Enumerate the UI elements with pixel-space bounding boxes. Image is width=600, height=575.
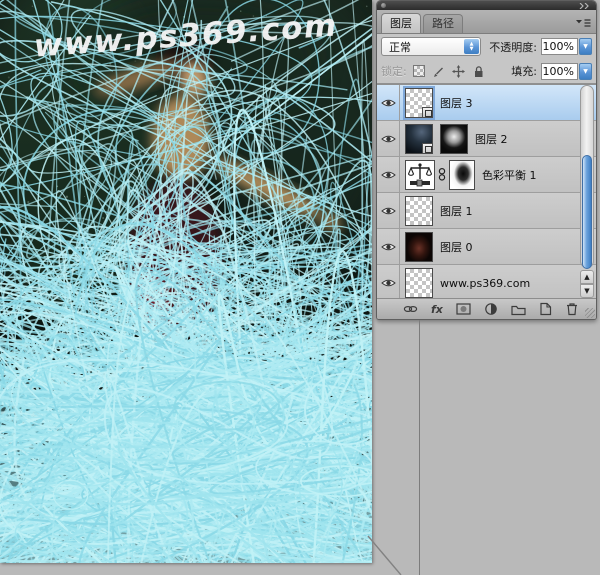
delete-layer-icon[interactable] [565, 302, 579, 316]
visibility-toggle[interactable] [377, 157, 400, 192]
layer-row-2[interactable]: 图层 2 [377, 121, 596, 157]
lock-position-icon[interactable] [452, 65, 465, 78]
link-layers-icon[interactable] [403, 302, 418, 316]
blend-mode-row: 正常 ▲▼ 不透明度: 100% ▼ [377, 34, 596, 59]
fill-input[interactable]: 100% [541, 63, 578, 80]
document-canvas[interactable]: www.ps369.com [0, 0, 372, 563]
artwork-svg: www.ps369.com [0, 0, 372, 563]
layer-thumbnail[interactable] [405, 268, 433, 298]
layer-name[interactable]: 图层 3 [440, 95, 473, 111]
panel-tabbar: 图层 路径 [377, 10, 596, 34]
scrollbar-thumb[interactable] [582, 155, 592, 269]
visibility-toggle[interactable] [377, 193, 400, 228]
tab-paths[interactable]: 路径 [423, 14, 463, 33]
opacity-input[interactable]: 100% [541, 38, 578, 55]
blend-mode-value: 正常 [389, 39, 411, 55]
combo-stepper-icon[interactable]: ▲▼ [464, 39, 479, 54]
smart-object-badge-icon [422, 107, 433, 118]
opacity-label: 不透明度: [489, 39, 537, 55]
add-layer-mask-icon[interactable] [456, 302, 471, 316]
blend-mode-select[interactable]: 正常 ▲▼ [381, 37, 481, 56]
eye-icon [381, 98, 396, 108]
layers-scrollbar: ▲ ▼ [580, 85, 594, 299]
panel-titlebar[interactable] [377, 1, 596, 10]
workspace-divider-line [419, 320, 420, 575]
eye-icon [381, 170, 396, 180]
panel-bottom-bar: fx [377, 298, 596, 319]
fill-dropdown-icon[interactable]: ▼ [579, 63, 592, 80]
layer-style-icon[interactable]: fx [431, 304, 443, 315]
eye-icon [381, 134, 396, 144]
new-layer-icon[interactable] [539, 302, 552, 316]
layer-row-watermark[interactable]: www.ps369.com [377, 265, 596, 300]
lock-all-icon[interactable] [472, 65, 485, 78]
lock-transparency-icon[interactable] [413, 65, 425, 77]
new-group-icon[interactable] [511, 303, 526, 316]
layers-list: 图层 3 图层 2 [377, 84, 596, 300]
eye-icon [381, 206, 396, 216]
panel-collapse-icon[interactable] [579, 3, 592, 9]
layer-row-color-balance[interactable]: 色彩平衡 1 [377, 157, 596, 193]
smart-object-badge-icon [422, 143, 433, 154]
visibility-toggle[interactable] [377, 265, 400, 300]
lock-row: 锁定: 填充: 100% ▼ [377, 59, 596, 84]
eye-icon [381, 242, 396, 252]
layer-mask-thumbnail[interactable] [449, 160, 475, 190]
new-adjustment-layer-icon[interactable] [484, 302, 498, 316]
layer-mask-thumbnail[interactable] [440, 124, 468, 154]
layers-panel: 图层 路径 正常 ▲▼ 不透明度: 100% ▼ 锁定: [376, 0, 597, 320]
layer-thumbnail[interactable] [405, 196, 433, 226]
fill-label: 填充: [511, 63, 537, 79]
visibility-toggle[interactable] [377, 121, 400, 156]
panel-menu-icon[interactable] [575, 18, 592, 28]
lock-image-brush-icon[interactable] [432, 65, 445, 78]
eye-icon [381, 278, 396, 288]
layer-name[interactable]: www.ps369.com [440, 277, 530, 290]
visibility-toggle[interactable] [377, 229, 400, 264]
opacity-dropdown-icon[interactable]: ▼ [579, 38, 592, 55]
layer-name[interactable]: 图层 1 [440, 203, 473, 219]
scroll-down-icon[interactable]: ▼ [580, 284, 594, 298]
layer-name[interactable]: 图层 2 [475, 131, 508, 147]
layer-row-3[interactable]: 图层 3 [377, 85, 596, 121]
visibility-toggle[interactable] [377, 85, 400, 120]
color-balance-scales-icon [408, 162, 432, 188]
layer-thumbnail[interactable] [405, 232, 433, 262]
pen-path-line [358, 528, 408, 575]
mask-link-icon[interactable] [438, 167, 446, 182]
layer-name[interactable]: 图层 0 [440, 239, 473, 255]
layer-thumbnail[interactable] [405, 124, 433, 154]
tab-layers[interactable]: 图层 [381, 13, 421, 33]
layer-name[interactable]: 色彩平衡 1 [482, 167, 537, 183]
panel-resize-grip[interactable] [585, 308, 595, 318]
panel-close-dot-icon[interactable] [381, 3, 386, 8]
layer-row-1[interactable]: 图层 1 [377, 193, 596, 229]
scroll-up-icon[interactable]: ▲ [580, 270, 594, 284]
layer-thumbnail[interactable] [405, 88, 433, 118]
layer-row-0[interactable]: 图层 0 [377, 229, 596, 265]
lock-label: 锁定: [381, 63, 407, 79]
adjustment-layer-thumbnail[interactable] [405, 160, 435, 190]
